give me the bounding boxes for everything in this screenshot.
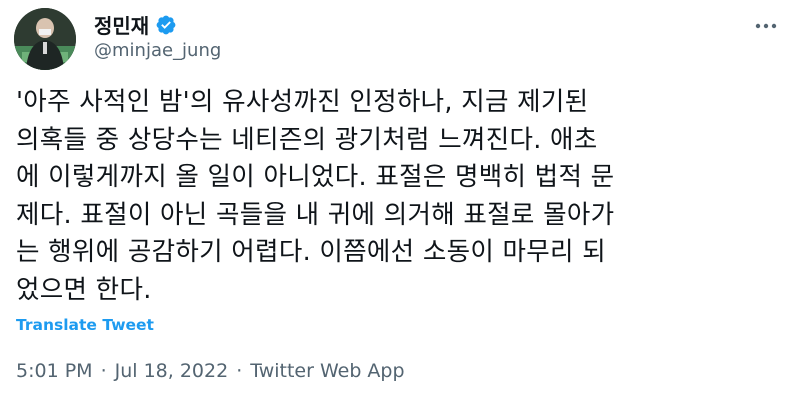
- avatar-photo: [14, 8, 76, 70]
- verified-badge-icon: [155, 14, 177, 36]
- author-handle[interactable]: @minjae_jung: [94, 40, 221, 61]
- tweet-text: '아주 사적인 밤'의 유사성까진 인정하나, 지금 제기된 의혹들 중 상당수…: [16, 87, 615, 305]
- avatar[interactable]: [14, 8, 76, 70]
- separator-dot: ·: [236, 360, 243, 382]
- translate-tweet-link[interactable]: Translate Tweet: [16, 316, 154, 334]
- tweet-time[interactable]: 5:01 PM: [16, 360, 93, 382]
- tweet-date[interactable]: Jul 18, 2022: [115, 360, 229, 382]
- more-options-icon[interactable]: [754, 16, 778, 29]
- tweet-source[interactable]: Twitter Web App: [250, 360, 404, 382]
- separator-dot: ·: [100, 360, 107, 382]
- author-name-row: 정민재: [94, 10, 177, 39]
- tweet-card: 정민재 @minjae_jung '아주 사적인 밤'의 유사성까진 인정하나,…: [0, 0, 800, 406]
- author-display-name[interactable]: 정민재: [94, 10, 149, 39]
- tweet-metadata: 5:01 PM · Jul 18, 2022 · Twitter Web App: [16, 360, 405, 382]
